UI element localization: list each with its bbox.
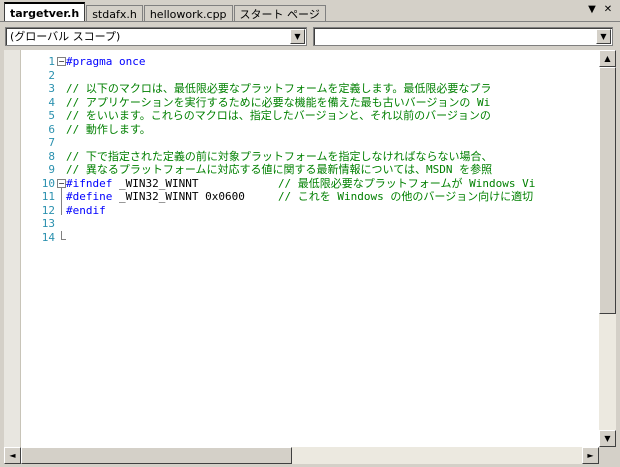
code-line[interactable]: // アプリケーションを実行するために必要な機能を備えた最も古いバージョンの W…	[66, 96, 490, 110]
document-tab-bar: targetver.h stdafx.h hellowork.cpp スタート ページ…	[0, 0, 620, 22]
vertical-scroll-thumb[interactable]	[599, 67, 616, 314]
fold-guide	[61, 238, 66, 240]
line-number: 10	[41, 176, 55, 190]
line-number: 12	[41, 203, 55, 217]
code-line[interactable]: // 下で指定された定義の前に対象プラットフォームを指定しなければならない場合、	[66, 150, 493, 164]
scrollbar-corner	[599, 447, 616, 464]
scroll-down-icon[interactable]: ▼	[599, 430, 616, 447]
line-number: 13	[41, 217, 55, 230]
tab-1[interactable]: stdafx.h	[86, 5, 143, 22]
chevron-down-icon[interactable]: ▼	[596, 29, 611, 44]
code-comment: // をいいます。これらのマクロは、指定したバージョンと、それ以前のバージョンの	[66, 109, 491, 122]
code-comment: // 下で指定された定義の前に対象プラットフォームを指定しなければならない場合、	[66, 149, 493, 163]
chevron-down-icon[interactable]: ▼	[290, 29, 305, 44]
code-editor[interactable]: 1 2 3 4 5 6 7 8 9 10 11 12 13 14 #pragma once// 以下のマク…	[0, 50, 620, 467]
tab-underline	[0, 21, 620, 22]
selection-margin[interactable]	[4, 50, 21, 447]
navigation-bar: (グローバル スコープ) ▼ ▼	[0, 23, 620, 50]
tab-list-dropdown-icon[interactable]: ▼	[586, 4, 598, 16]
code-line[interactable]: #ifndef _WIN32_WINNT // 最低限必要なプラットフォームが …	[66, 177, 535, 191]
member-combo[interactable]: ▼	[313, 27, 613, 46]
vertical-scrollbar[interactable]: ▲ ▼	[599, 50, 616, 447]
code-line[interactable]: // 以下のマクロは、最低限必要なプラットフォームを定義します。最低限必要なプラ	[66, 82, 491, 96]
line-number: 14	[41, 230, 55, 244]
code-line[interactable]: #endif	[66, 204, 106, 218]
horizontal-scrollbar[interactable]: ◄ ►	[4, 447, 599, 464]
line-number: 1	[48, 55, 55, 68]
code-comment: // 最低限必要なプラットフォームが Windows Vi	[277, 176, 536, 190]
code-area[interactable]: #pragma once // 以下のマクロは、最低限必要なプラットフォームを定義…	[58, 50, 599, 447]
tab-2[interactable]: hellowork.cpp	[143, 5, 233, 22]
line-number: 5	[48, 109, 55, 122]
line-number: 8	[48, 149, 55, 163]
code-line[interactable]: // 異なるプラットフォームに対応する値に関する最新情報については、MSDN を…	[66, 163, 492, 177]
tab-3[interactable]: スタート ページ	[233, 5, 326, 22]
code-keyword: #endif	[66, 203, 106, 217]
code-keyword: #ifndef	[66, 176, 113, 190]
code-keyword: #define	[66, 190, 113, 203]
code-comment: // アプリケーションを実行するために必要な機能を備えた最も古いバージョンの W…	[66, 95, 491, 109]
code-line[interactable]: #pragma once	[66, 55, 145, 69]
line-number-gutter: 1 2 3 4 5 6 7 8 9 10 11 12 13 14	[21, 50, 58, 447]
line-number: 3	[48, 82, 55, 95]
line-number: 7	[48, 136, 55, 149]
code-text: _WIN32_WINNT	[112, 176, 278, 190]
scope-combo-value: (グローバル スコープ)	[10, 30, 121, 43]
code-comment: // 異なるプラットフォームに対応する値に関する最新情報については、MSDN を…	[66, 163, 493, 176]
code-comment: // 動作します。	[66, 122, 151, 136]
scope-combo[interactable]: (グローバル スコープ) ▼	[5, 27, 307, 46]
scroll-up-icon[interactable]: ▲	[599, 50, 616, 67]
line-number: 4	[48, 95, 55, 109]
code-comment: // これを Windows の他のバージョン向けに適切	[277, 190, 534, 203]
close-document-icon[interactable]: ✕	[602, 4, 614, 16]
code-text: _WIN32_WINNT 0x0600	[112, 190, 278, 203]
collapse-icon[interactable]: −	[57, 57, 66, 66]
tab-0[interactable]: targetver.h	[4, 2, 86, 22]
tab-strip: targetver.h stdafx.h hellowork.cpp スタート ページ	[4, 2, 327, 22]
line-number: 9	[48, 163, 55, 176]
collapse-icon[interactable]: −	[57, 178, 66, 188]
code-line[interactable]: // をいいます。これらのマクロは、指定したバージョンと、それ以前のバージョンの	[66, 109, 491, 123]
code-line[interactable]: // 動作します。	[66, 123, 151, 137]
line-number: 2	[48, 68, 55, 82]
line-number: 6	[48, 122, 55, 136]
line-number: 11	[41, 190, 55, 203]
scroll-right-icon[interactable]: ►	[582, 447, 599, 464]
horizontal-scroll-thumb[interactable]	[21, 447, 292, 464]
scroll-left-icon[interactable]: ◄	[4, 447, 21, 464]
code-comment: // 以下のマクロは、最低限必要なプラットフォームを定義します。最低限必要なプラ	[66, 82, 492, 95]
code-keyword: #pragma once	[66, 55, 146, 68]
fold-guide	[61, 187, 62, 215]
fold-guide	[61, 230, 62, 239]
code-line[interactable]: #define _WIN32_WINNT 0x0600 // これを Windo…	[66, 190, 533, 204]
